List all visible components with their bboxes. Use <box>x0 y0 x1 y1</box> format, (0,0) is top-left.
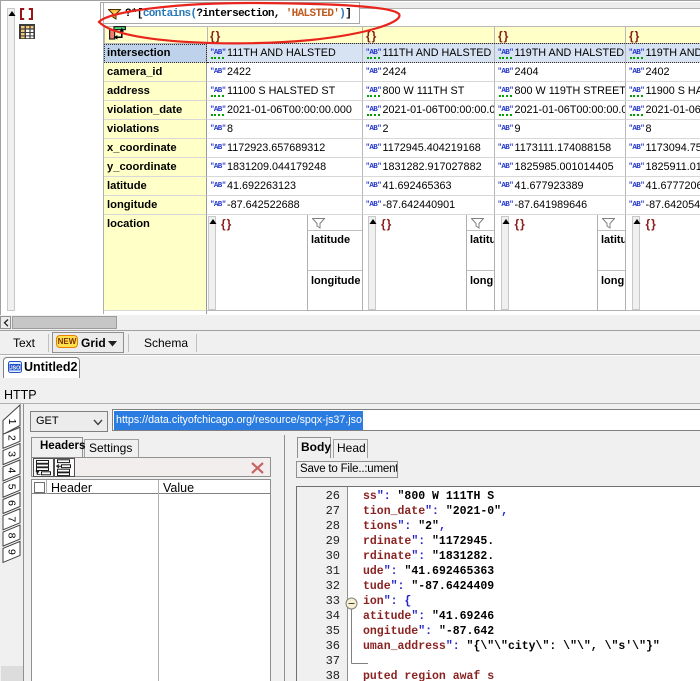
svg-text:4: 4 <box>6 467 18 473</box>
svg-text:8: 8 <box>6 533 18 539</box>
svg-text:5: 5 <box>6 484 18 490</box>
svg-text:7: 7 <box>6 516 18 522</box>
svg-text:2: 2 <box>6 435 18 441</box>
svg-text:6: 6 <box>6 500 18 506</box>
svg-text:JSO: JSO <box>10 365 20 371</box>
svg-text:3: 3 <box>6 451 18 457</box>
svg-text:1: 1 <box>6 419 18 425</box>
svg-text:9: 9 <box>6 549 18 555</box>
